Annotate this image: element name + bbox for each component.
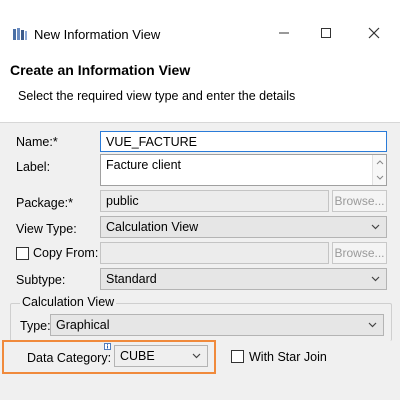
copy-from-input[interactable]: [100, 242, 329, 264]
maximize-icon: [321, 28, 331, 38]
package-input[interactable]: public: [100, 190, 329, 212]
package-browse-button[interactable]: Browse...: [332, 190, 387, 212]
star-join-label: With Star Join: [249, 350, 327, 364]
label-label: Label:: [16, 160, 51, 174]
window-title: New Information View: [34, 27, 161, 42]
calculation-view-group-label: Calculation View: [20, 295, 117, 309]
copy-from-browse-button[interactable]: Browse...: [332, 242, 387, 264]
data-category-value: CUBE: [120, 349, 155, 363]
subtype-select[interactable]: Standard: [100, 268, 387, 290]
type-label: Type:: [20, 319, 51, 333]
minimize-icon: [279, 32, 289, 34]
data-category-label: Data Category:: [27, 351, 112, 365]
data-category-select[interactable]: CUBE: [114, 345, 208, 367]
name-label: Name:*: [16, 135, 58, 149]
close-button[interactable]: [362, 22, 386, 44]
maximize-button[interactable]: [314, 22, 338, 44]
copy-from-checkbox[interactable]: [16, 247, 29, 260]
chevron-down-icon: [368, 322, 377, 328]
info-marker-icon: [104, 343, 111, 350]
label-scrollbar[interactable]: [372, 155, 386, 185]
label-textarea[interactable]: Facture client: [100, 154, 387, 186]
dialog-description: Select the required view type and enter …: [18, 89, 296, 103]
subtype-value: Standard: [106, 272, 157, 286]
view-type-value: Calculation View: [106, 220, 199, 234]
chevron-down-icon: [371, 276, 380, 282]
information-view-icon: [13, 28, 27, 40]
view-type-label: View Type:: [16, 222, 77, 236]
subtype-label: Subtype:: [16, 273, 66, 287]
close-icon: [368, 27, 380, 39]
minimize-button[interactable]: [272, 22, 296, 44]
scroll-down-icon: [376, 175, 384, 180]
scroll-up-icon: [376, 160, 384, 165]
dialog-title: Create an Information View: [10, 62, 191, 78]
chevron-down-icon: [192, 353, 201, 359]
type-select[interactable]: Graphical: [50, 314, 384, 336]
star-join-checkbox[interactable]: [231, 350, 244, 363]
copy-from-label: Copy From:: [33, 246, 99, 260]
name-input[interactable]: VUE_FACTURE: [100, 131, 387, 152]
chevron-down-icon: [371, 224, 380, 230]
view-type-select[interactable]: Calculation View: [100, 216, 387, 238]
type-value: Graphical: [56, 318, 110, 332]
package-label: Package:*: [16, 196, 73, 210]
